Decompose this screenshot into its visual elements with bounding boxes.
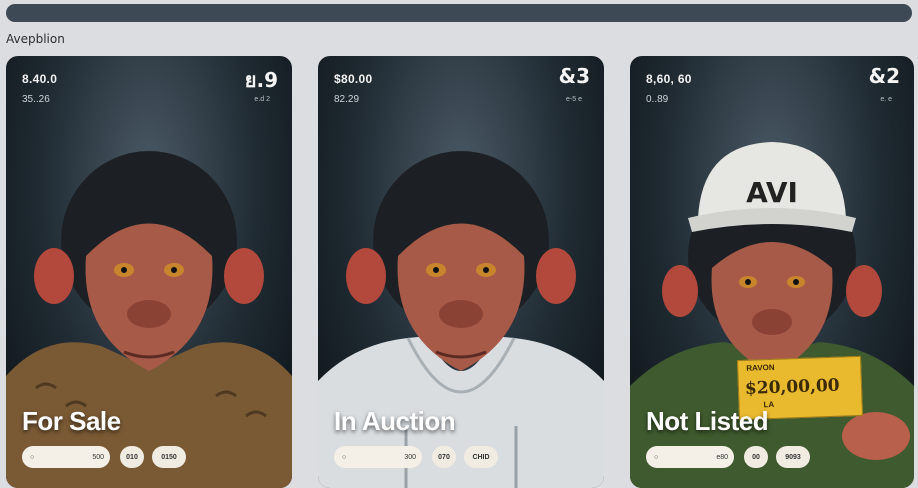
rank-badge: &3 [558, 64, 590, 88]
action-pill[interactable]: 0150 [152, 446, 186, 468]
action-pill[interactable]: 9093 [776, 446, 810, 468]
price-label: 8.40.0 [22, 72, 58, 86]
nft-card-for-sale[interactable]: 8.40.0 35..26 ย.9 e.d 2 For Sale ○ 500 0… [6, 56, 292, 488]
action-pill[interactable]: CHID [464, 446, 498, 468]
price-label: 8,60, 60 [646, 72, 692, 86]
quantity-pill[interactable]: 00 [744, 446, 768, 468]
bid-input-value: e80 [716, 453, 728, 461]
bid-input[interactable]: ○ e80 [646, 446, 734, 468]
status-title: In Auction [334, 406, 456, 436]
top-search-bar[interactable] [6, 4, 912, 22]
status-title: Not Listed [646, 406, 769, 436]
sub-price-label: 0..89 [646, 94, 669, 105]
dot-icon: ○ [654, 453, 659, 461]
rank-badge: ย.9 [244, 68, 278, 92]
ticket-value: $20,00,00 [744, 375, 840, 399]
meta-label: e. e [880, 96, 892, 103]
sub-price-label: 35..26 [22, 94, 50, 105]
bid-input[interactable]: ○ 300 [334, 446, 422, 468]
ticket-label: RAVON [746, 362, 775, 373]
status-title: For Sale [22, 406, 121, 436]
quantity-pill[interactable]: 010 [120, 446, 144, 468]
price-label: $80.00 [334, 72, 373, 86]
meta-label: e-5 e [566, 96, 582, 103]
rank-badge: &2 [868, 64, 900, 88]
dot-icon: ○ [342, 453, 347, 461]
bid-input-value: 300 [404, 453, 416, 461]
sub-price-label: 82.29 [334, 94, 360, 105]
cap-text: AVI [746, 176, 798, 209]
dot-icon: ○ [30, 453, 35, 461]
bid-input-value: 500 [92, 453, 104, 461]
meta-label: e.d 2 [254, 96, 270, 103]
bid-input[interactable]: ○ 500 [22, 446, 110, 468]
quantity-pill[interactable]: 070 [432, 446, 456, 468]
nft-card-not-listed[interactable]: AVI RAVON $20,00,00 LA 8,60, 60 0..89 &2… [630, 56, 914, 488]
section-label: Avepblion [6, 32, 65, 46]
nft-card-in-auction[interactable]: $80.00 82.29 &3 e-5 e In Auction ○ 300 0… [318, 56, 604, 488]
